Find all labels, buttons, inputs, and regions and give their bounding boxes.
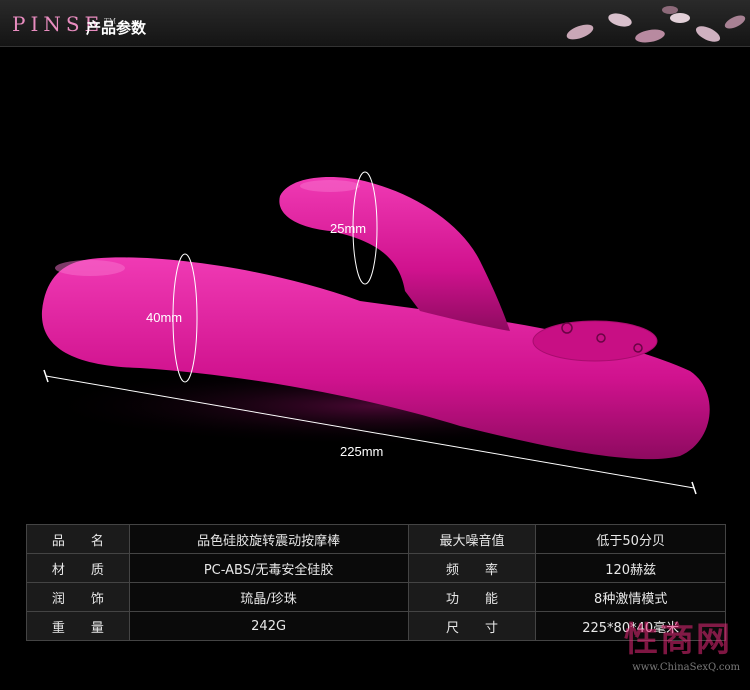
header-bar: PINSETM 产品参数 xyxy=(0,0,750,47)
spec-key: 润 饰 xyxy=(26,582,130,612)
spec-row: 重 量 242G 尺 寸 225*80*40毫米 xyxy=(26,611,726,641)
petals-decoration xyxy=(566,6,746,43)
spec-key: 品 名 xyxy=(26,524,130,554)
spec-value: 8种激情模式 xyxy=(535,582,726,612)
spec-row: 品 名 品色硅胶旋转震动按摩棒 最大噪音值 低于50分贝 xyxy=(26,524,726,554)
product-illustration: 40mm 25mm 225mm xyxy=(40,171,720,495)
spec-row: 材 质 PC-ABS/无毒安全硅胶 频 率 120赫兹 xyxy=(26,553,726,583)
spec-value: 242G xyxy=(128,611,409,641)
spec-key: 尺 寸 xyxy=(407,611,537,641)
spec-key: 重 量 xyxy=(26,611,130,641)
spec-value: PC-ABS/无毒安全硅胶 xyxy=(128,553,409,583)
watermark-url: www.ChinaSexQ.com xyxy=(632,662,740,673)
length-label: 225mm xyxy=(340,444,383,459)
spec-key: 材 质 xyxy=(26,553,130,583)
spec-key: 最大噪音值 xyxy=(407,524,537,554)
section-title: 产品参数 xyxy=(86,19,147,37)
control-panel xyxy=(532,320,658,362)
shaft-diameter-label: 40mm xyxy=(146,310,182,325)
spec-value: 琉晶/珍珠 xyxy=(128,582,409,612)
spec-row: 润 饰 琉晶/珍珠 功 能 8种激情模式 xyxy=(26,582,726,612)
spec-table: 品 名 品色硅胶旋转震动按摩棒 最大噪音值 低于50分贝 材 质 PC-ABS/… xyxy=(26,524,726,641)
spec-value: 低于50分贝 xyxy=(535,524,726,554)
watermark-logo: 性商网 xyxy=(624,620,732,660)
spec-key: 频 率 xyxy=(407,553,537,583)
spec-value: 品色硅胶旋转震动按摩棒 xyxy=(128,524,409,554)
spec-value: 120赫兹 xyxy=(535,553,726,583)
tip-diameter-label: 25mm xyxy=(330,221,366,236)
spec-key: 功 能 xyxy=(407,582,537,612)
